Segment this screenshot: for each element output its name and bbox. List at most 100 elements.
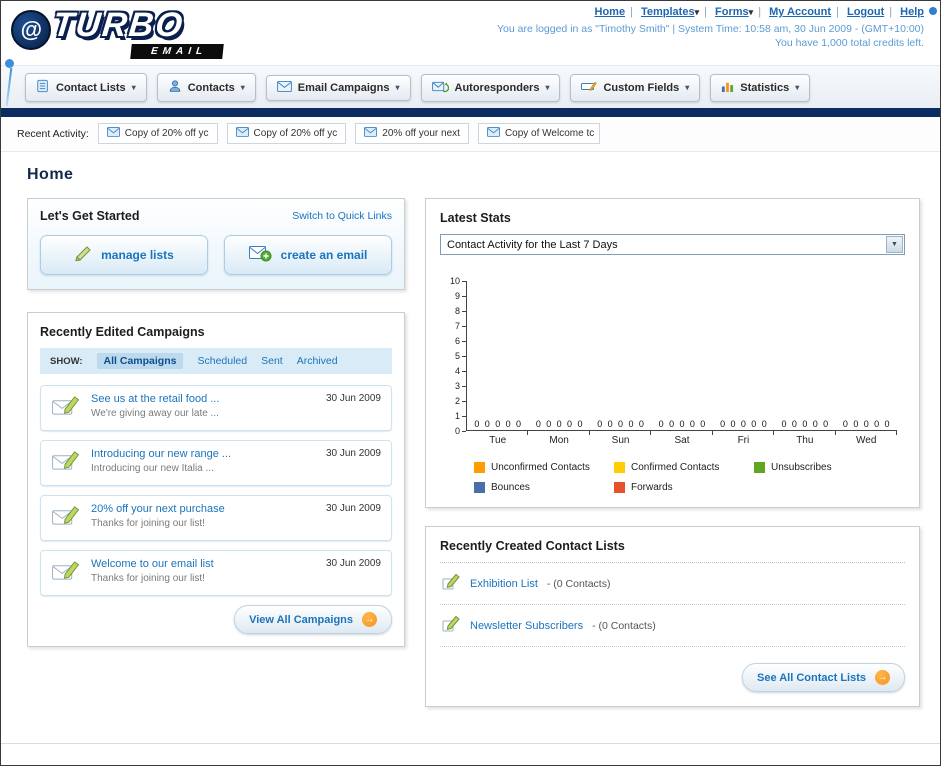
- stats-range-select[interactable]: Contact Activity for the Last 7 Days ▼: [440, 234, 905, 255]
- top-nav: Home | Templates | Forms | My Account | Logo…: [497, 6, 925, 18]
- chevron-down-icon: ▾: [685, 83, 690, 92]
- y-tick-label: 2: [455, 396, 466, 406]
- campaign-title-link[interactable]: 20% off your next purchase: [91, 503, 225, 515]
- y-tick-label: 3: [455, 381, 466, 391]
- logo-primary-text: TURBO: [51, 6, 186, 44]
- see-all-contact-lists-button[interactable]: See All Contact Lists →: [741, 663, 905, 692]
- get-started-title: Let's Get Started: [40, 209, 140, 223]
- envelope-icon: [276, 80, 292, 95]
- filter-scheduled[interactable]: Scheduled: [197, 355, 247, 367]
- bar-value-label: 0: [556, 419, 562, 429]
- x-tick-label: Mon: [549, 435, 569, 446]
- bar-value-label: 0: [823, 419, 829, 429]
- filter-archived[interactable]: Archived: [297, 355, 338, 367]
- contact-list-item[interactable]: Newsletter Subscribers - (0 Contacts): [440, 605, 905, 647]
- legend-label: Confirmed Contacts: [631, 462, 720, 473]
- contacts-icon: [168, 79, 182, 96]
- left-column: Let's Get Started Switch to Quick Links …: [27, 198, 405, 647]
- bar-value-label: 0: [874, 419, 880, 429]
- y-tick-label: 10: [450, 276, 466, 286]
- campaign-date: 30 Jun 2009: [325, 503, 381, 514]
- contact-list-link[interactable]: Exhibition List: [470, 578, 538, 590]
- nav-help-link[interactable]: Help: [900, 6, 924, 18]
- page-title: Home: [27, 166, 74, 183]
- tab-autoresponders[interactable]: Autoresponders ▾: [420, 73, 561, 102]
- campaign-list-item[interactable]: Introducing our new range ... Introducin…: [40, 440, 392, 486]
- nav-separator: |: [704, 6, 707, 18]
- campaign-list-item[interactable]: Welcome to our email list Thanks for joi…: [40, 550, 392, 596]
- legend-item: Unconfirmed Contacts: [474, 462, 614, 473]
- chart-plot-area: 00000000000000000000000000000000000: [466, 281, 898, 435]
- y-tick-label: 0: [455, 426, 466, 436]
- envelope-icon: [486, 127, 500, 140]
- recent-activity-label: Recent Activity:: [17, 127, 89, 140]
- manage-lists-button[interactable]: manage lists: [40, 235, 208, 275]
- chevron-down-icon: ▾: [795, 83, 800, 92]
- legend-label: Unsubscribes: [771, 462, 832, 473]
- y-tick-label: 4: [455, 366, 466, 376]
- campaign-title-link[interactable]: See us at the retail food ...: [91, 393, 219, 405]
- recent-activity-item[interactable]: 20% off your next: [355, 123, 469, 144]
- chevron-down-icon: ▼: [886, 236, 903, 253]
- credits-info: You have 1,000 total credits left.: [774, 37, 924, 49]
- nav-my-account-link[interactable]: My Account: [769, 6, 831, 18]
- campaigns-panel-title: Recently Edited Campaigns: [40, 325, 205, 339]
- recent-activity-text: Copy of 20% off yc: [253, 128, 338, 139]
- nav-logout-link[interactable]: Logout: [847, 6, 884, 18]
- view-all-campaigns-button[interactable]: View All Campaigns →: [234, 605, 392, 634]
- recent-activity-text: Copy of 20% off yc: [124, 128, 209, 139]
- nav-templates-link[interactable]: Templates: [641, 6, 699, 18]
- nav-forms-link[interactable]: Forms: [715, 6, 753, 18]
- tab-statistics[interactable]: Statistics ▾: [710, 73, 811, 102]
- bar-value-label: 0: [812, 419, 818, 429]
- logo-swirl-icon: @: [11, 10, 51, 50]
- create-email-button[interactable]: create an email: [224, 235, 392, 275]
- nav-home-link[interactable]: Home: [595, 6, 626, 18]
- tab-label: Statistics: [740, 81, 790, 94]
- nav-separator: |: [889, 6, 893, 18]
- recent-activity-item[interactable]: Copy of 20% off yc: [97, 123, 218, 144]
- recently-edited-campaigns-panel: Recently Edited Campaigns SHOW: All Camp…: [27, 312, 405, 647]
- app-window: @ TURBO EMAIL Home | Templates | Forms | My…: [0, 0, 941, 766]
- header-right: Home | Templates | Forms | My Account | Logo…: [497, 6, 924, 49]
- campaign-list-item[interactable]: 20% off your next purchase Thanks for jo…: [40, 495, 392, 541]
- bar-value-label: 0: [730, 419, 736, 429]
- tab-contacts[interactable]: Contacts ▾: [156, 73, 256, 102]
- envelope-pencil-icon: [51, 504, 81, 532]
- campaign-subtitle: We're giving away our late ...: [91, 408, 219, 419]
- tab-email-campaigns[interactable]: Email Campaigns ▾: [265, 74, 411, 101]
- filter-all-campaigns[interactable]: All Campaigns: [96, 353, 184, 369]
- legend-swatch: [754, 462, 765, 473]
- switch-quick-links-link[interactable]: Switch to Quick Links: [292, 210, 392, 222]
- campaign-date: 30 Jun 2009: [325, 448, 381, 459]
- contact-list-item[interactable]: Exhibition List - (0 Contacts): [440, 563, 905, 605]
- recent-activity-item[interactable]: Copy of 20% off yc: [226, 123, 347, 144]
- campaign-list-item[interactable]: See us at the retail food ... We're givi…: [40, 385, 392, 431]
- bar-value-label: 0: [781, 419, 787, 429]
- recent-activity-bar: Recent Activity: Copy of 20% off yc Copy…: [1, 117, 940, 152]
- manage-lists-label: manage lists: [101, 248, 174, 262]
- view-all-campaigns-label: View All Campaigns: [249, 613, 353, 626]
- campaign-title-link[interactable]: Introducing our new range ...: [91, 448, 231, 460]
- bar-value-label: 0: [740, 419, 746, 429]
- envelope-pencil-icon: [51, 449, 81, 477]
- chart-category-group: 00000: [713, 281, 775, 435]
- campaign-title-link[interactable]: Welcome to our email list: [91, 558, 214, 570]
- tab-custom-fields[interactable]: Custom Fields ▾: [570, 73, 701, 102]
- filter-sent[interactable]: Sent: [261, 355, 283, 367]
- main-content: Home Let's Get Started Switch to Quick L…: [1, 152, 940, 717]
- see-all-contact-lists-label: See All Contact Lists: [756, 671, 866, 684]
- recent-activity-item[interactable]: Copy of Welcome tc: [477, 123, 600, 144]
- header: @ TURBO EMAIL Home | Templates | Forms | My…: [1, 1, 940, 106]
- chevron-down-icon: ▾: [131, 83, 136, 92]
- contact-activity-chart: 10 9 8 7 6 5 4 3 2 1 0 000000000000000000000000000…: [440, 276, 905, 493]
- contact-list-link[interactable]: Newsletter Subscribers: [470, 620, 583, 632]
- tab-label: Autoresponders: [454, 81, 540, 94]
- chevron-down-icon: ▾: [395, 83, 400, 92]
- chart-x-axis: Tue Mon Sun Sat Fri Thu Wed: [467, 431, 897, 446]
- bar-value-label: 0: [597, 419, 603, 429]
- y-tick-label: 5: [455, 351, 466, 361]
- tab-contact-lists[interactable]: Contact Lists ▾: [25, 73, 147, 102]
- bar-value-label: 0: [658, 419, 664, 429]
- nav-separator: |: [836, 6, 839, 18]
